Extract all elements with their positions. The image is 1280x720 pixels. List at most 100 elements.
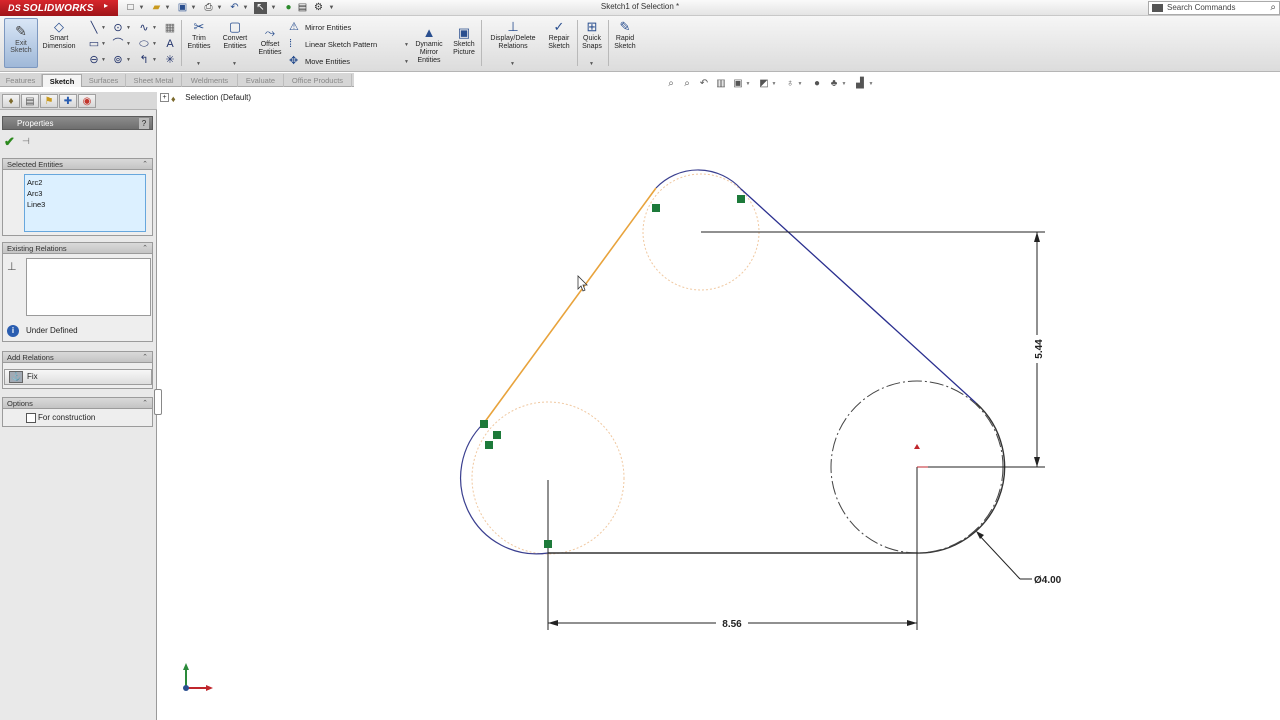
- hide-show-dropdown-icon[interactable]: ▼: [797, 78, 803, 90]
- quick-snaps-button[interactable]: ⊞ Quick Snaps: [578, 20, 606, 51]
- polygon-dropdown-icon[interactable]: ▼: [126, 57, 131, 63]
- tangent-relation-icon[interactable]: [737, 195, 745, 203]
- open-folder-icon[interactable]: ▰: [150, 2, 163, 14]
- spline-icon[interactable]: ∿: [138, 22, 150, 34]
- selected-entities-list[interactable]: Arc2 Arc3 Line3: [24, 174, 146, 232]
- print-dropdown-icon[interactable]: ▼: [216, 2, 223, 14]
- polygon-icon[interactable]: ⊚: [112, 54, 124, 66]
- dynamic-mirror-entities-button[interactable]: ▲ Dynamic Mirror Entities: [410, 26, 448, 65]
- dimension-vertical-value[interactable]: 5.44: [1034, 339, 1045, 359]
- display-style-dropdown-icon[interactable]: ▼: [771, 78, 777, 90]
- section-view-icon[interactable]: ▥: [715, 78, 727, 90]
- sketch-text-icon[interactable]: A: [164, 38, 176, 50]
- tab-sketch[interactable]: Sketch: [42, 74, 82, 87]
- feature-tree-flyout[interactable]: + ♦ Selection (Default): [160, 92, 251, 104]
- help-icon[interactable]: ?: [139, 118, 149, 129]
- new-document-icon[interactable]: □: [124, 2, 137, 14]
- convert-dropdown-icon[interactable]: ▼: [232, 61, 237, 67]
- edit-appearance-icon[interactable]: ●: [811, 78, 823, 90]
- fillet-dropdown-icon[interactable]: ▼: [152, 57, 157, 63]
- panel-splitter-handle[interactable]: [154, 389, 162, 415]
- display-manager-tab-icon[interactable]: ◉: [78, 94, 96, 108]
- list-item[interactable]: Line3: [27, 199, 143, 210]
- feature-manager-tab-icon[interactable]: ♦: [2, 94, 20, 108]
- tangent-relation-icon[interactable]: [493, 431, 501, 439]
- zoom-to-fit-icon[interactable]: ⌕: [665, 78, 677, 90]
- apply-scene-dropdown-icon[interactable]: ▼: [841, 78, 847, 90]
- rapid-sketch-button[interactable]: ✎ Rapid Sketch: [611, 20, 639, 51]
- coincident-relation-icon[interactable]: [485, 441, 493, 449]
- expand-icon[interactable]: +: [160, 93, 169, 103]
- collapse-chevron-icon[interactable]: ⌃: [142, 352, 148, 363]
- save-icon[interactable]: ▣: [176, 2, 189, 14]
- ok-checkmark-icon[interactable]: ✔: [4, 134, 15, 150]
- existing-relations-list[interactable]: [26, 258, 151, 316]
- ellipse-dropdown-icon[interactable]: ▼: [152, 41, 157, 47]
- rectangle-dropdown-icon[interactable]: ▼: [101, 41, 106, 47]
- text-box-icon[interactable]: ▦: [164, 22, 176, 34]
- view-orientation-icon[interactable]: ▣: [732, 78, 744, 90]
- rebuild-icon[interactable]: ●: [282, 2, 295, 14]
- logo-menu-arrow-icon[interactable]: ▸: [104, 1, 108, 10]
- select-dropdown-icon[interactable]: ▼: [270, 2, 277, 14]
- options-header[interactable]: Options ⌃: [2, 397, 153, 409]
- circle-dropdown-icon[interactable]: ▼: [126, 25, 131, 31]
- apply-scene-icon[interactable]: ♣: [828, 78, 840, 90]
- move-entities-button[interactable]: ✥ Move Entities: [289, 55, 350, 68]
- display-delete-relations-button[interactable]: ⊥ Display/Delete Relations: [485, 20, 541, 51]
- tangent-relation-icon[interactable]: [544, 540, 552, 548]
- sketch-line-right[interactable]: [740, 188, 977, 404]
- tab-sheet-metal[interactable]: Sheet Metal: [126, 74, 182, 87]
- sketch-arc-left[interactable]: [460, 422, 549, 555]
- dimension-horizontal-value[interactable]: 8.56: [722, 619, 742, 630]
- file-properties-icon[interactable]: ▤: [296, 2, 309, 14]
- existing-relations-header[interactable]: Existing Relations ⌃: [2, 242, 153, 254]
- options-gear-icon[interactable]: ⚙: [312, 2, 325, 14]
- pattern-dropdown-icon[interactable]: ▼: [404, 42, 409, 48]
- circle-icon[interactable]: ⊙: [112, 22, 124, 34]
- solidworks-logo[interactable]: DS SOLIDWORKS: [0, 0, 118, 16]
- new-dropdown-icon[interactable]: ▼: [138, 2, 145, 14]
- linear-sketch-pattern-button[interactable]: ⁞ Linear Sketch Pattern: [289, 38, 377, 51]
- select-cursor-icon[interactable]: ↖: [254, 2, 267, 14]
- tab-features[interactable]: Features: [0, 74, 42, 87]
- line-icon[interactable]: ╲: [88, 22, 100, 34]
- list-item[interactable]: Arc3: [27, 188, 143, 199]
- view-settings-dropdown-icon[interactable]: ▼: [868, 78, 874, 90]
- open-dropdown-icon[interactable]: ▼: [164, 2, 171, 14]
- previous-view-icon[interactable]: ↶: [698, 78, 710, 90]
- pushpin-icon[interactable]: ⊣: [22, 136, 30, 147]
- zoom-to-area-icon[interactable]: ⌕: [681, 78, 693, 90]
- line-dropdown-icon[interactable]: ▼: [101, 25, 106, 31]
- view-orientation-dropdown-icon[interactable]: ▼: [745, 78, 751, 90]
- slot-icon[interactable]: ⊖: [88, 54, 100, 66]
- search-type-icon[interactable]: [1152, 4, 1163, 12]
- repair-sketch-button[interactable]: ✓ Repair Sketch: [544, 20, 574, 51]
- fillet-icon[interactable]: ↰: [138, 54, 150, 66]
- undo-icon[interactable]: ↶: [228, 2, 241, 14]
- checkbox-icon[interactable]: [26, 413, 36, 423]
- display-style-icon[interactable]: ◩: [758, 78, 770, 90]
- fix-relation-button[interactable]: ⚓ Fix: [4, 369, 152, 385]
- dimension-diameter-value[interactable]: Ø4.00: [1034, 575, 1062, 586]
- trim-entities-button[interactable]: ✂ Trim Entities: [184, 20, 214, 51]
- undo-dropdown-icon[interactable]: ▼: [242, 2, 249, 14]
- collapse-chevron-icon[interactable]: ⌃: [142, 398, 148, 409]
- relations-dropdown-icon[interactable]: ▼: [510, 61, 515, 67]
- search-icon[interactable]: ⌕: [1270, 2, 1276, 14]
- arc-dropdown-icon[interactable]: ▼: [126, 41, 131, 47]
- point-icon[interactable]: ✳: [164, 54, 176, 66]
- tangent-relation-icon[interactable]: [652, 204, 660, 212]
- sketch-line-left-selected[interactable]: [483, 187, 657, 424]
- tab-office-products[interactable]: Office Products: [284, 74, 352, 87]
- sketch-arc-top[interactable]: [655, 169, 742, 190]
- tab-evaluate[interactable]: Evaluate: [238, 74, 284, 87]
- snaps-dropdown-icon[interactable]: ▼: [589, 61, 594, 67]
- collapse-chevron-icon[interactable]: ⌃: [142, 243, 148, 254]
- search-commands-box[interactable]: Search Commands ⌕: [1148, 1, 1280, 15]
- tab-weldments[interactable]: Weldments: [182, 74, 238, 87]
- move-dropdown-icon[interactable]: ▼: [404, 59, 409, 65]
- list-item[interactable]: Arc2: [27, 177, 143, 188]
- selected-entities-header[interactable]: Selected Entities ⌃: [2, 158, 153, 170]
- rectangle-icon[interactable]: ▭: [88, 38, 100, 50]
